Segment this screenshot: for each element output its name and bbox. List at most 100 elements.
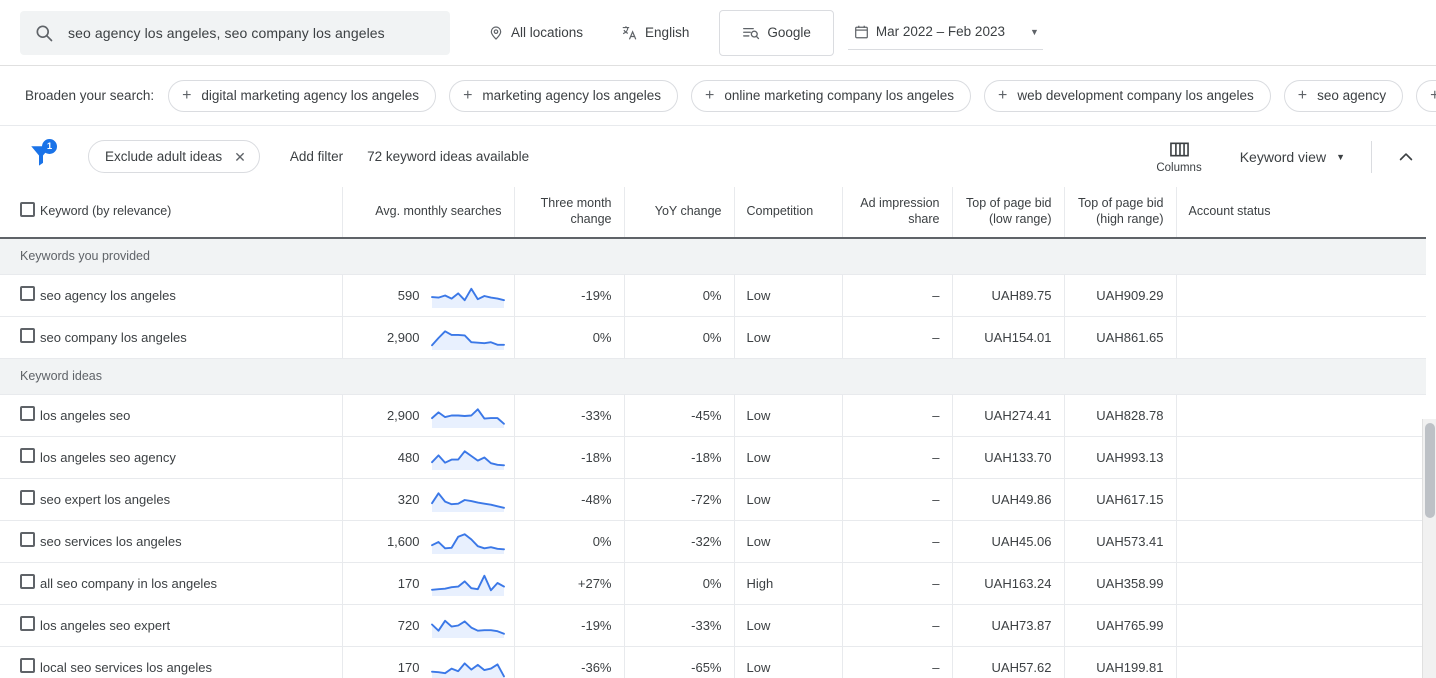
active-filter-chip[interactable]: Exclude adult ideas ✕ xyxy=(88,140,260,173)
cell-keyword[interactable]: all seo company in los angeles xyxy=(30,562,342,604)
search-volume-sparkline xyxy=(430,400,506,430)
table-row[interactable]: los angeles seo2,900-33%-45%Low–UAH274.4… xyxy=(0,394,1426,436)
table-row[interactable]: seo company los angeles2,9000%0%Low–UAH1… xyxy=(0,316,1426,358)
filter-button[interactable]: 1 xyxy=(26,140,60,174)
broaden-chip-label: seo agency xyxy=(1317,88,1386,103)
avg-searches-value: 320 xyxy=(398,492,420,507)
broaden-chip-2[interactable]: + online marketing company los angeles xyxy=(691,80,971,112)
cell-bid-low: UAH49.86 xyxy=(952,478,1064,520)
keyword-view-selector[interactable]: Keyword view ▼ xyxy=(1240,149,1345,165)
cell-competition: Low xyxy=(734,604,842,646)
network-selector[interactable]: Google xyxy=(719,10,834,56)
column-header-keyword[interactable]: Keyword (by relevance) xyxy=(30,187,342,238)
avg-searches-wrap: 170 xyxy=(343,563,514,604)
language-selector[interactable]: English xyxy=(609,16,701,49)
column-header-ad-impression-share[interactable]: Ad impression share xyxy=(842,187,952,238)
column-header-competition[interactable]: Competition xyxy=(734,187,842,238)
avg-searches-value: 1,600 xyxy=(387,534,420,549)
cell-bid-low: UAH57.62 xyxy=(952,646,1064,678)
cell-competition: Low xyxy=(734,646,842,678)
cell-three-month-change: -36% xyxy=(514,646,624,678)
table-row[interactable]: local seo services los angeles170-36%-65… xyxy=(0,646,1426,678)
column-header-yoy-change[interactable]: YoY change xyxy=(624,187,734,238)
columns-button[interactable]: Columns xyxy=(1148,138,1209,176)
search-volume-sparkline xyxy=(430,442,506,472)
location-label: All locations xyxy=(511,25,583,40)
keyword-results-table-wrapper: Keyword (by relevance) Avg. monthly sear… xyxy=(0,187,1436,678)
bid-low-line2: (low range) xyxy=(989,212,1052,226)
table-row[interactable]: all seo company in los angeles170+27%0%H… xyxy=(0,562,1426,604)
table-row[interactable]: seo expert los angeles320-48%-72%Low–UAH… xyxy=(0,478,1426,520)
search-input[interactable]: seo agency los angeles, seo company los … xyxy=(68,25,385,41)
search-icon xyxy=(34,23,54,43)
cell-keyword[interactable]: seo agency los angeles xyxy=(30,274,342,316)
table-row[interactable]: seo agency los angeles590-19%0%Low–UAH89… xyxy=(0,274,1426,316)
row-checkbox[interactable] xyxy=(20,532,35,547)
avg-searches-wrap: 170 xyxy=(343,647,514,678)
cell-keyword[interactable]: seo services los angeles xyxy=(30,520,342,562)
broaden-chip-1[interactable]: + marketing agency los angeles xyxy=(449,80,678,112)
cell-bid-low: UAH45.06 xyxy=(952,520,1064,562)
row-checkbox[interactable] xyxy=(20,616,35,631)
broaden-chip-3[interactable]: + web development company los angeles xyxy=(984,80,1271,112)
table-scrollbar-thumb[interactable] xyxy=(1425,423,1435,518)
table-row[interactable]: los angeles seo agency480-18%-18%Low–UAH… xyxy=(0,436,1426,478)
cell-keyword[interactable]: los angeles seo xyxy=(30,394,342,436)
row-checkbox[interactable] xyxy=(20,574,35,589)
broaden-chip-5[interactable]: + seo company xyxy=(1416,80,1436,112)
column-header-three-month-change[interactable]: Three month change xyxy=(514,187,624,238)
cell-avg-monthly-searches: 170 xyxy=(342,562,514,604)
plus-icon: + xyxy=(998,88,1007,104)
cell-keyword[interactable]: los angeles seo expert xyxy=(30,604,342,646)
cell-three-month-change: 0% xyxy=(514,316,624,358)
column-header-avg-monthly-searches[interactable]: Avg. monthly searches xyxy=(342,187,514,238)
cell-account-status xyxy=(1176,478,1426,520)
row-select-cell xyxy=(0,646,30,678)
row-select-cell xyxy=(0,436,30,478)
chevron-down-icon[interactable]: ▼ xyxy=(1012,27,1039,37)
cell-yoy-change: -65% xyxy=(624,646,734,678)
keyword-search-box[interactable]: seo agency los angeles, seo company los … xyxy=(20,11,450,55)
results-toolbar: 1 Exclude adult ideas ✕ Add filter 72 ke… xyxy=(0,126,1436,187)
cell-yoy-change: 0% xyxy=(624,562,734,604)
row-checkbox[interactable] xyxy=(20,328,35,343)
cell-ad-impression-share: – xyxy=(842,274,952,316)
location-selector[interactable]: All locations xyxy=(476,17,595,49)
cell-keyword[interactable]: seo expert los angeles xyxy=(30,478,342,520)
cell-keyword[interactable]: local seo services los angeles xyxy=(30,646,342,678)
cell-competition: Low xyxy=(734,436,842,478)
plus-icon: + xyxy=(182,88,191,104)
date-range-selector[interactable]: Mar 2022 – Feb 2023 ▼ xyxy=(848,16,1043,50)
row-checkbox[interactable] xyxy=(20,286,35,301)
row-checkbox[interactable] xyxy=(20,658,35,673)
cell-avg-monthly-searches: 2,900 xyxy=(342,316,514,358)
table-row[interactable]: los angeles seo expert720-19%-33%Low–UAH… xyxy=(0,604,1426,646)
select-all-checkbox[interactable] xyxy=(20,202,35,217)
cell-keyword[interactable]: seo company los angeles xyxy=(30,316,342,358)
bid-high-line2: (high range) xyxy=(1096,212,1163,226)
cell-account-status xyxy=(1176,646,1426,678)
cell-three-month-change: 0% xyxy=(514,520,624,562)
row-checkbox[interactable] xyxy=(20,406,35,421)
column-header-bid-high[interactable]: Top of page bid (high range) xyxy=(1064,187,1176,238)
close-icon[interactable]: ✕ xyxy=(234,150,246,164)
table-vertical-scrollbar[interactable] xyxy=(1422,419,1436,678)
column-header-bid-low[interactable]: Top of page bid (low range) xyxy=(952,187,1064,238)
avg-searches-wrap: 2,900 xyxy=(343,317,514,358)
broaden-chip-4[interactable]: + seo agency xyxy=(1284,80,1403,112)
search-network-icon xyxy=(742,25,760,41)
table-row[interactable]: seo services los angeles1,6000%-32%Low–U… xyxy=(0,520,1426,562)
row-checkbox[interactable] xyxy=(20,448,35,463)
collapse-panel-button[interactable] xyxy=(1392,143,1420,171)
broaden-chip-0[interactable]: + digital marketing agency los angeles xyxy=(168,80,436,112)
cell-avg-monthly-searches: 2,900 xyxy=(342,394,514,436)
broaden-chip-label: digital marketing agency los angeles xyxy=(201,88,419,103)
avg-searches-value: 590 xyxy=(398,288,420,303)
column-header-account-status[interactable]: Account status xyxy=(1176,187,1426,238)
cell-keyword[interactable]: los angeles seo agency xyxy=(30,436,342,478)
add-filter-button[interactable]: Add filter xyxy=(290,149,343,164)
cell-ad-impression-share: – xyxy=(842,478,952,520)
row-select-cell xyxy=(0,394,30,436)
cell-yoy-change: 0% xyxy=(624,274,734,316)
row-checkbox[interactable] xyxy=(20,490,35,505)
